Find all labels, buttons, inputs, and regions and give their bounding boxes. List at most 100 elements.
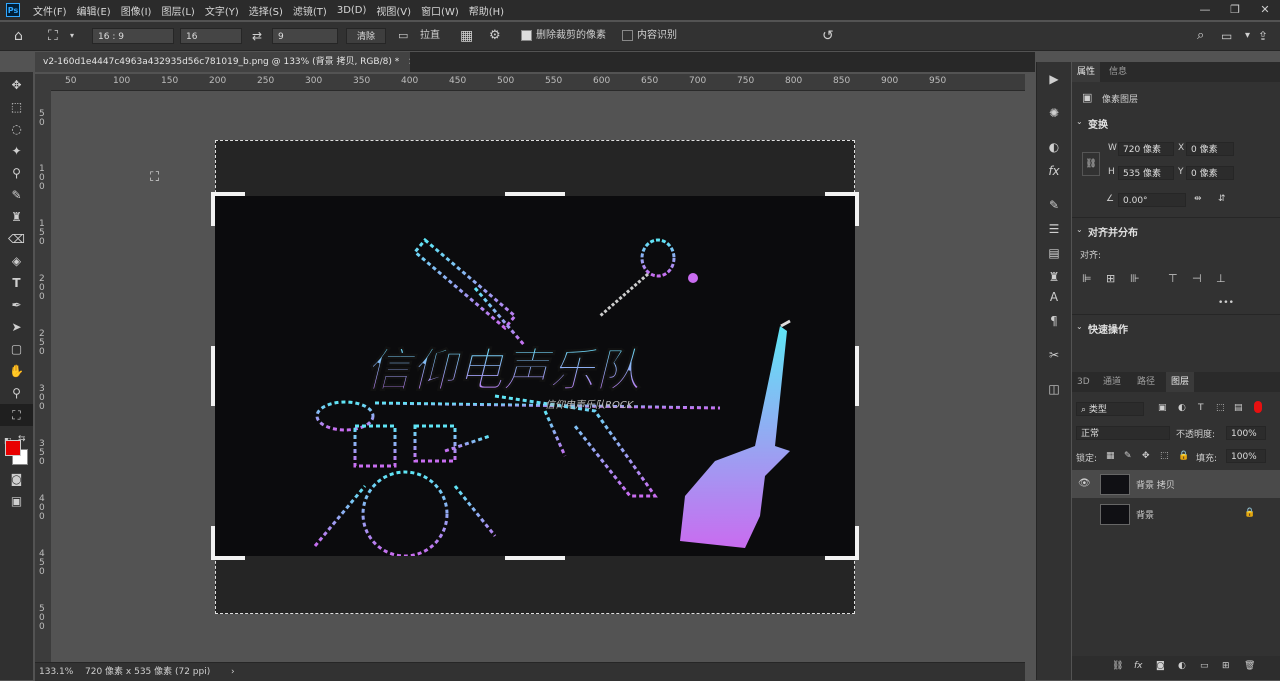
eraser-tool-icon[interactable]: ⌫ bbox=[0, 228, 33, 250]
layer-name[interactable]: 背景 拷贝 bbox=[1136, 478, 1175, 491]
layer-style-fx-icon[interactable]: fx bbox=[1134, 661, 1143, 671]
share-icon[interactable]: ⇪ bbox=[1258, 22, 1268, 50]
menu-select[interactable]: 选择(S) bbox=[244, 3, 288, 18]
restore-button[interactable]: ❐ bbox=[1220, 0, 1250, 20]
tab-3d[interactable]: 3D bbox=[1072, 372, 1095, 392]
fill-input[interactable]: 100% bbox=[1226, 449, 1266, 463]
close-tab-icon[interactable]: × bbox=[408, 57, 410, 67]
color-icon[interactable]: ◐ bbox=[1037, 136, 1071, 158]
pen-tool-icon[interactable]: ✒ bbox=[0, 294, 33, 316]
transform-width-input[interactable]: 720 像素 bbox=[1118, 142, 1174, 156]
path-selection-tool-icon[interactable]: ➤ bbox=[0, 316, 33, 338]
menu-layer[interactable]: 图层(L) bbox=[156, 3, 199, 18]
overlay-grid-icon[interactable]: ▦ bbox=[460, 22, 473, 50]
layer-row-background[interactable]: 背景 🔒 bbox=[1072, 500, 1280, 528]
hand-tool-icon[interactable]: ✋ bbox=[0, 360, 33, 382]
crop-width-input[interactable]: 16 bbox=[180, 28, 242, 44]
crop-handle-bottom[interactable] bbox=[505, 556, 565, 560]
search-icon[interactable]: ⌕ bbox=[1197, 22, 1204, 50]
filter-type-icon[interactable]: T bbox=[1198, 403, 1204, 413]
crop-handle-bottom-right-v[interactable] bbox=[855, 526, 859, 560]
content-aware-checkbox[interactable]: 内容识别 bbox=[622, 22, 677, 50]
straighten-icon[interactable]: ▭ bbox=[398, 22, 408, 50]
align-right-edges-icon[interactable]: ⊪ bbox=[1130, 272, 1140, 285]
workspace-chevron-icon[interactable]: ▾ bbox=[1245, 22, 1250, 50]
transform-x-input[interactable]: 0 像素 bbox=[1186, 142, 1234, 156]
document-tab[interactable]: v2-160d1e4447c4963a432935d56c781019_b.pn… bbox=[35, 52, 410, 72]
magic-wand-tool-icon[interactable]: ✦ bbox=[0, 140, 33, 162]
crop-handle-bottom-left[interactable] bbox=[211, 556, 245, 560]
delete-layer-icon[interactable]: 🗑 bbox=[1244, 661, 1255, 671]
crop-tool-preset-icon[interactable]: ⛶ bbox=[48, 22, 58, 50]
transform-height-input[interactable]: 535 像素 bbox=[1118, 166, 1174, 180]
section-chevron-icon[interactable]: ⌄ bbox=[1076, 117, 1083, 126]
menu-view[interactable]: 视图(V) bbox=[371, 3, 416, 18]
marquee-tool-icon[interactable]: ⬚ bbox=[0, 96, 33, 118]
align-left-edges-icon[interactable]: ⊫ bbox=[1082, 272, 1092, 285]
document-info[interactable]: 720 像素 x 535 像素 (72 ppi) bbox=[85, 663, 210, 681]
type-tool-icon[interactable]: T bbox=[0, 272, 33, 294]
play-actions-icon[interactable]: ▶ bbox=[1037, 68, 1071, 90]
transform-angle-input[interactable]: 0.00° bbox=[1118, 193, 1186, 207]
crop-handle-bottom-right[interactable] bbox=[825, 556, 859, 560]
paragraph-icon[interactable]: ¶ bbox=[1037, 310, 1071, 332]
align-bottom-edges-icon[interactable]: ⊥ bbox=[1216, 272, 1226, 285]
layer-name[interactable]: 背景 bbox=[1136, 508, 1154, 521]
lock-all-icon[interactable]: 🔒 bbox=[1178, 451, 1189, 461]
eyedropper-tool-icon[interactable]: ⚲ bbox=[0, 162, 33, 184]
crop-handle-left[interactable] bbox=[211, 346, 215, 406]
move-tool-icon[interactable]: ✥ bbox=[0, 74, 33, 96]
more-options-icon[interactable]: ••• bbox=[1218, 298, 1234, 308]
brush-settings-icon[interactable]: ✎ bbox=[1037, 194, 1071, 216]
lock-transparent-icon[interactable]: ▦ bbox=[1106, 451, 1115, 461]
status-menu-icon[interactable]: › bbox=[231, 663, 235, 681]
chevron-down-icon[interactable]: ▾ bbox=[70, 22, 74, 50]
tab-properties[interactable]: 属性 bbox=[1072, 62, 1101, 82]
layer-filter-select[interactable]: ⌕ 类型 bbox=[1076, 402, 1144, 416]
swatches-icon[interactable]: ▤ bbox=[1037, 242, 1071, 264]
align-vertical-centers-icon[interactable]: ⊣ bbox=[1192, 272, 1202, 285]
crop-handle-top-right[interactable] bbox=[825, 192, 859, 196]
menu-file[interactable]: 文件(F) bbox=[28, 3, 72, 18]
vertical-ruler[interactable]: 50 100 150 200 250 300 350 400 450 500 bbox=[35, 90, 52, 662]
lasso-tool-icon[interactable]: ◌ bbox=[0, 118, 33, 140]
clone-stamp-tool-icon[interactable]: ♜ bbox=[0, 206, 33, 228]
menu-help[interactable]: 帮助(H) bbox=[464, 3, 509, 18]
minimize-button[interactable]: — bbox=[1190, 0, 1220, 20]
transform-section-title[interactable]: 变换 bbox=[1088, 116, 1108, 131]
new-layer-icon[interactable]: ⊞ bbox=[1222, 661, 1230, 671]
tab-channels[interactable]: 通道 bbox=[1098, 372, 1126, 392]
adjustments-icon[interactable]: ✺ bbox=[1037, 102, 1071, 124]
link-layers-icon[interactable]: ⛓ bbox=[1112, 661, 1123, 671]
crop-handle-right[interactable] bbox=[855, 346, 859, 406]
align-horizontal-centers-icon[interactable]: ⊞ bbox=[1106, 272, 1115, 285]
visibility-eye-icon[interactable]: 👁 bbox=[1078, 478, 1091, 489]
tab-info[interactable]: 信息 bbox=[1104, 62, 1132, 82]
flip-vertical-icon[interactable]: ⇵ bbox=[1218, 194, 1226, 204]
crop-area[interactable]: 信仰电声乐队 信仰电声乐队ROCK bbox=[211, 192, 859, 560]
delete-cropped-pixels-checkbox[interactable]: 删除裁剪的像素 bbox=[521, 22, 606, 50]
paint-bucket-tool-icon[interactable]: ◈ bbox=[0, 250, 33, 272]
tool-presets-icon[interactable]: ✂ bbox=[1037, 344, 1071, 366]
crop-tool-icon[interactable]: ⛶ bbox=[0, 404, 33, 426]
crop-handle-top-left[interactable] bbox=[211, 192, 245, 196]
filter-adjustment-icon[interactable]: ◐ bbox=[1178, 403, 1186, 413]
filter-toggle-icon[interactable] bbox=[1254, 401, 1262, 413]
lock-image-icon[interactable]: ✎ bbox=[1124, 451, 1132, 461]
crop-handle-top[interactable] bbox=[505, 192, 565, 196]
crop-height-input[interactable]: 9 bbox=[272, 28, 338, 44]
screen-mode-icon[interactable]: ▣ bbox=[0, 490, 33, 512]
menu-filter[interactable]: 滤镜(T) bbox=[288, 3, 332, 18]
lock-position-icon[interactable]: ✥ bbox=[1142, 451, 1150, 461]
zoom-tool-icon[interactable]: ⚲ bbox=[0, 382, 33, 404]
reset-crop-icon[interactable]: ↺ bbox=[822, 22, 834, 50]
align-section-title[interactable]: 对齐并分布 bbox=[1088, 224, 1138, 239]
tab-paths[interactable]: 路径 bbox=[1132, 372, 1160, 392]
quick-mask-icon[interactable]: ◙ bbox=[0, 468, 33, 490]
layer-row-background-copy[interactable]: 👁 背景 拷贝 bbox=[1072, 470, 1280, 498]
zoom-level[interactable]: 133.1% bbox=[39, 663, 73, 681]
home-icon[interactable]: ⌂ bbox=[14, 22, 23, 50]
horizontal-ruler[interactable]: 50 100 150 200 250 300 350 400 450 500 550 600 650 70… bbox=[35, 74, 1025, 91]
new-group-icon[interactable]: ▭ bbox=[1200, 661, 1209, 671]
crop-settings-gear-icon[interactable]: ⚙ bbox=[489, 22, 501, 50]
